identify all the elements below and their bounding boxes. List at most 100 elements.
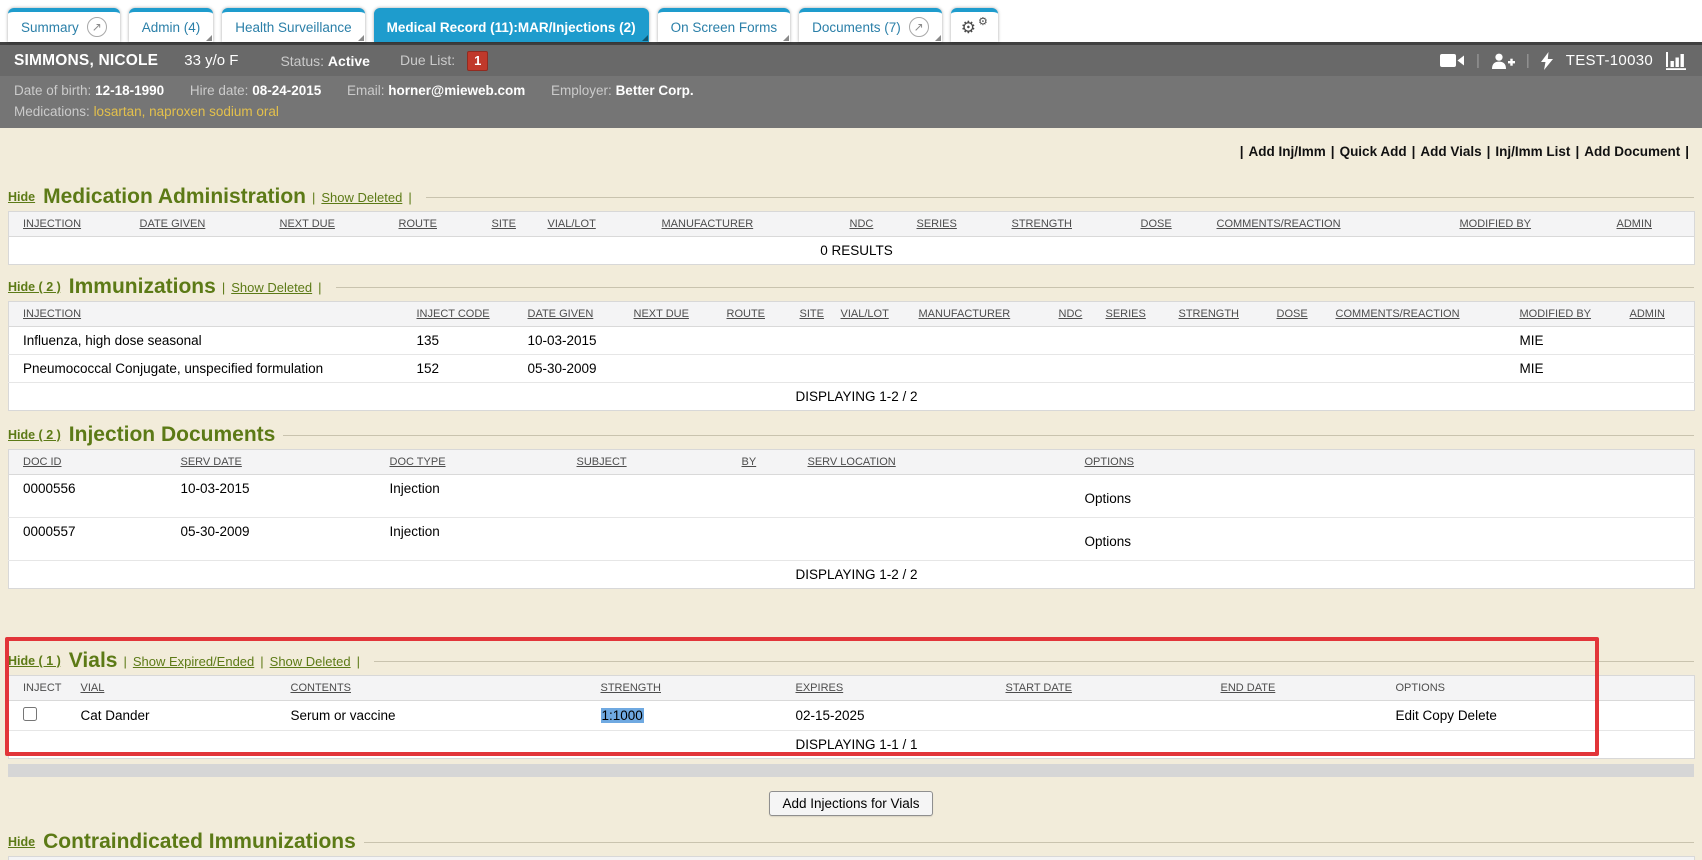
vials-table: INJECT VIAL CONTENTS STRENGTH EXPIRES ST… bbox=[8, 675, 1695, 759]
empty-cell bbox=[1002, 701, 1392, 731]
hide-link[interactable]: Hide bbox=[8, 835, 35, 849]
column-header[interactable]: COMMENTS/REACTION bbox=[1332, 302, 1516, 327]
column-header[interactable]: INJECTION bbox=[9, 857, 219, 860]
column-header[interactable]: BY bbox=[738, 450, 804, 475]
add-vials-link[interactable]: Add Vials bbox=[1420, 144, 1481, 159]
edit-link[interactable]: Edit bbox=[1396, 708, 1419, 723]
column-header[interactable]: COMMENTS/REACTION bbox=[1213, 212, 1456, 237]
add-inj-imm-link[interactable]: Add Inj/Imm bbox=[1249, 144, 1326, 159]
column-header[interactable]: VIAL bbox=[77, 676, 287, 701]
column-header[interactable]: DATE GIVEN bbox=[136, 212, 276, 237]
column-header[interactable]: NEXT DUE bbox=[630, 302, 723, 327]
add-injections-for-vials-button[interactable]: Add Injections for Vials bbox=[769, 791, 932, 816]
column-header[interactable]: VIAL/LOT bbox=[544, 212, 658, 237]
tab-summary[interactable]: Summary ↗ bbox=[8, 8, 120, 42]
column-header[interactable]: MODIFIED BY bbox=[1290, 857, 1536, 860]
copy-link[interactable]: Copy bbox=[1423, 708, 1455, 723]
column-header[interactable]: ADMIN bbox=[1613, 212, 1695, 237]
serv-date-cell: 10-03-2015 bbox=[177, 475, 386, 518]
show-deleted-link[interactable]: Show Deleted bbox=[321, 190, 402, 205]
column-header[interactable]: ROUTE bbox=[395, 212, 488, 237]
medication-administration-table: INJECTION DATE GIVEN NEXT DUE ROUTE SITE… bbox=[8, 211, 1695, 265]
column-header[interactable]: SERV LOCATION bbox=[804, 450, 1081, 475]
doc-id-cell: 0000557 bbox=[9, 518, 177, 561]
hide-link[interactable]: Hide ( 2 ) bbox=[8, 280, 61, 294]
vial-select-checkbox[interactable] bbox=[23, 707, 37, 721]
due-list-badge[interactable]: 1 bbox=[467, 51, 488, 71]
bar-chart-icon[interactable] bbox=[1666, 52, 1688, 70]
column-header[interactable]: DOSE bbox=[1137, 212, 1213, 237]
column-header[interactable]: INJECT CODE bbox=[413, 302, 524, 327]
external-link-icon[interactable]: ↗ bbox=[87, 17, 107, 37]
column-header[interactable]: MODIFIED BY bbox=[1516, 302, 1626, 327]
strength-cell: 1:1000 bbox=[597, 701, 792, 731]
column-header[interactable]: START DATE bbox=[1002, 676, 1217, 701]
column-header[interactable]: VIAL/LOT bbox=[837, 302, 915, 327]
inj-imm-list-link[interactable]: Inj/Imm List bbox=[1495, 144, 1570, 159]
column-header[interactable]: COMMENTS/REACTION bbox=[872, 857, 1290, 860]
hide-link[interactable]: Hide ( 2 ) bbox=[8, 428, 61, 442]
column-header[interactable]: OPTIONS bbox=[1081, 450, 1695, 475]
horizontal-scrollbar[interactable] bbox=[8, 764, 1694, 777]
add-document-link[interactable]: Add Document bbox=[1584, 144, 1680, 159]
add-person-icon[interactable] bbox=[1491, 53, 1515, 69]
column-header[interactable]: EXPIRES bbox=[792, 676, 1002, 701]
column-header[interactable]: STRENGTH bbox=[597, 676, 792, 701]
column-header[interactable]: ADMIN bbox=[1626, 302, 1695, 327]
column-header[interactable]: INJECTION bbox=[9, 302, 413, 327]
tab-medical-record[interactable]: Medical Record (11):MAR/Injections (2) bbox=[374, 8, 649, 42]
patient-header: SIMMONS, NICOLE 33 y/o F Status: Active … bbox=[0, 42, 1702, 128]
hide-link[interactable]: Hide ( 1 ) bbox=[8, 654, 61, 668]
column-header[interactable]: STRENGTH bbox=[1008, 212, 1137, 237]
doc-id-cell: 0000556 bbox=[9, 475, 177, 518]
column-header[interactable]: SUBJECT bbox=[573, 450, 738, 475]
column-header[interactable]: CONTENTS bbox=[287, 676, 597, 701]
column-header[interactable]: MANUFACTURER bbox=[915, 302, 1055, 327]
column-header[interactable]: SERIES bbox=[913, 212, 1008, 237]
column-header[interactable]: ROUTE bbox=[723, 302, 796, 327]
video-call-icon[interactable] bbox=[1440, 53, 1465, 68]
column-header[interactable]: END DATE bbox=[1217, 676, 1392, 701]
column-header[interactable]: SERIES bbox=[1102, 302, 1175, 327]
show-expired-ended-link[interactable]: Show Expired/Ended bbox=[133, 654, 254, 669]
lightning-icon[interactable] bbox=[1541, 52, 1553, 70]
external-link-icon[interactable]: ↗ bbox=[909, 17, 929, 37]
column-header[interactable]: DATE ENTERED bbox=[219, 857, 506, 860]
tab-settings[interactable]: ⚙ ⚙ bbox=[951, 8, 998, 42]
email-label: Email: bbox=[347, 83, 385, 98]
column-header[interactable]: STRENGTH bbox=[1175, 302, 1273, 327]
column-header[interactable]: SITE bbox=[796, 302, 837, 327]
options-link[interactable]: Options bbox=[1081, 475, 1695, 518]
column-header[interactable]: MODIFIED BY bbox=[1456, 212, 1613, 237]
column-header[interactable]: SITE bbox=[488, 212, 544, 237]
column-header[interactable]: DATE GIVEN bbox=[524, 302, 630, 327]
quick-add-link[interactable]: Quick Add bbox=[1340, 144, 1407, 159]
column-header[interactable]: CONTRAINDICATION bbox=[506, 857, 872, 860]
column-header[interactable]: DOC ID bbox=[9, 450, 177, 475]
hide-link[interactable]: Hide bbox=[8, 190, 35, 204]
separator: | bbox=[357, 654, 360, 669]
show-deleted-link[interactable]: Show Deleted bbox=[231, 280, 312, 295]
show-deleted-link[interactable]: Show Deleted bbox=[270, 654, 351, 669]
tab-health-surveillance[interactable]: Health Surveillance bbox=[222, 8, 364, 42]
medications-value[interactable]: losartan, naproxen sodium oral bbox=[94, 104, 279, 119]
tab-label: Health Surveillance bbox=[235, 20, 351, 35]
column-header[interactable]: NDC bbox=[846, 212, 913, 237]
column-header[interactable]: DOC TYPE bbox=[386, 450, 573, 475]
column-header[interactable]: NEXT DUE bbox=[276, 212, 395, 237]
column-header[interactable]: DOSE bbox=[1273, 302, 1332, 327]
tab-menu-indicator bbox=[642, 35, 648, 41]
column-header[interactable]: ADMIN bbox=[1536, 857, 1695, 860]
patient-header-row1: SIMMONS, NICOLE 33 y/o F Status: Active … bbox=[0, 45, 1702, 76]
delete-link[interactable]: Delete bbox=[1458, 708, 1497, 723]
hire-date-label: Hire date: bbox=[190, 83, 249, 98]
options-link[interactable]: Options bbox=[1081, 518, 1695, 561]
column-header[interactable]: MANUFACTURER bbox=[658, 212, 846, 237]
tab-documents[interactable]: Documents (7) ↗ bbox=[799, 8, 942, 42]
column-header[interactable]: INJECTION bbox=[9, 212, 136, 237]
column-header[interactable]: SERV DATE bbox=[177, 450, 386, 475]
tab-on-screen-forms[interactable]: On Screen Forms bbox=[658, 8, 791, 42]
column-header[interactable]: NDC bbox=[1055, 302, 1102, 327]
tab-admin[interactable]: Admin (4) bbox=[129, 8, 214, 42]
separator: | bbox=[1240, 144, 1244, 159]
